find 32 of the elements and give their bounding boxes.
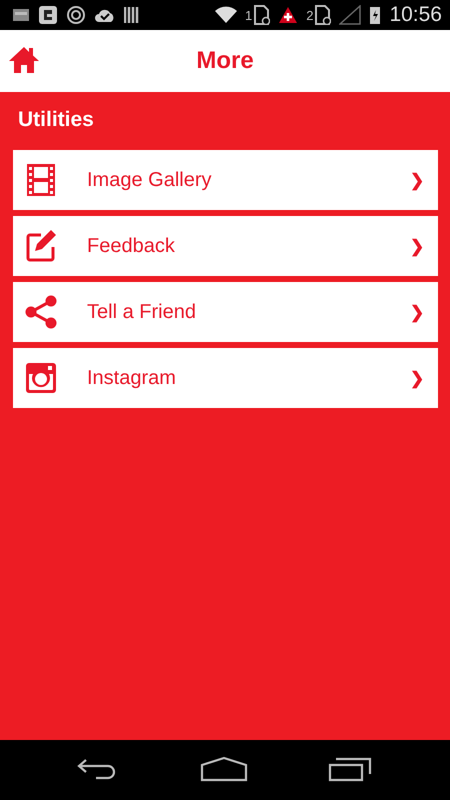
chevron-icon: ❯ — [410, 236, 424, 256]
film-strip-icon — [25, 163, 57, 197]
stacked-windows-icon — [328, 756, 374, 782]
sim-card-icon — [254, 5, 270, 25]
section-title: Utilities — [17, 107, 95, 133]
menu-item[interactable]: Instagram ❯ — [13, 348, 438, 408]
warning-plus-icon — [278, 6, 298, 24]
cloud-check-icon — [94, 7, 116, 23]
home-button[interactable] — [8, 46, 40, 76]
camera-icon — [25, 361, 57, 395]
chevron-icon: ❯ — [410, 170, 424, 190]
menu-item[interactable]: Image Gallery ❯ — [13, 150, 438, 210]
music-disc-icon — [66, 5, 86, 25]
notification-icon — [12, 7, 30, 23]
chevron-icon: ❯ — [410, 302, 424, 322]
sim-number: 2 — [306, 8, 314, 22]
house-outline-icon — [200, 756, 248, 782]
chevron-icon: ❯ — [410, 368, 424, 388]
menu-item[interactable]: Feedback ❯ — [13, 216, 438, 276]
app-icon — [38, 5, 58, 25]
home-icon — [8, 46, 40, 74]
clock-time: 10:56 — [389, 3, 442, 27]
sim-card-icon — [315, 5, 332, 25]
share-icon — [25, 295, 57, 329]
battery-charging-icon — [369, 5, 382, 25]
barcode-icon — [124, 6, 140, 24]
signal-icon — [339, 5, 362, 25]
menu-item[interactable]: Tell a Friend ❯ — [13, 282, 438, 342]
sim-number: 1 — [244, 8, 252, 22]
wifi-icon — [214, 6, 237, 24]
edit-icon — [25, 229, 57, 263]
page-title: More — [196, 47, 254, 75]
